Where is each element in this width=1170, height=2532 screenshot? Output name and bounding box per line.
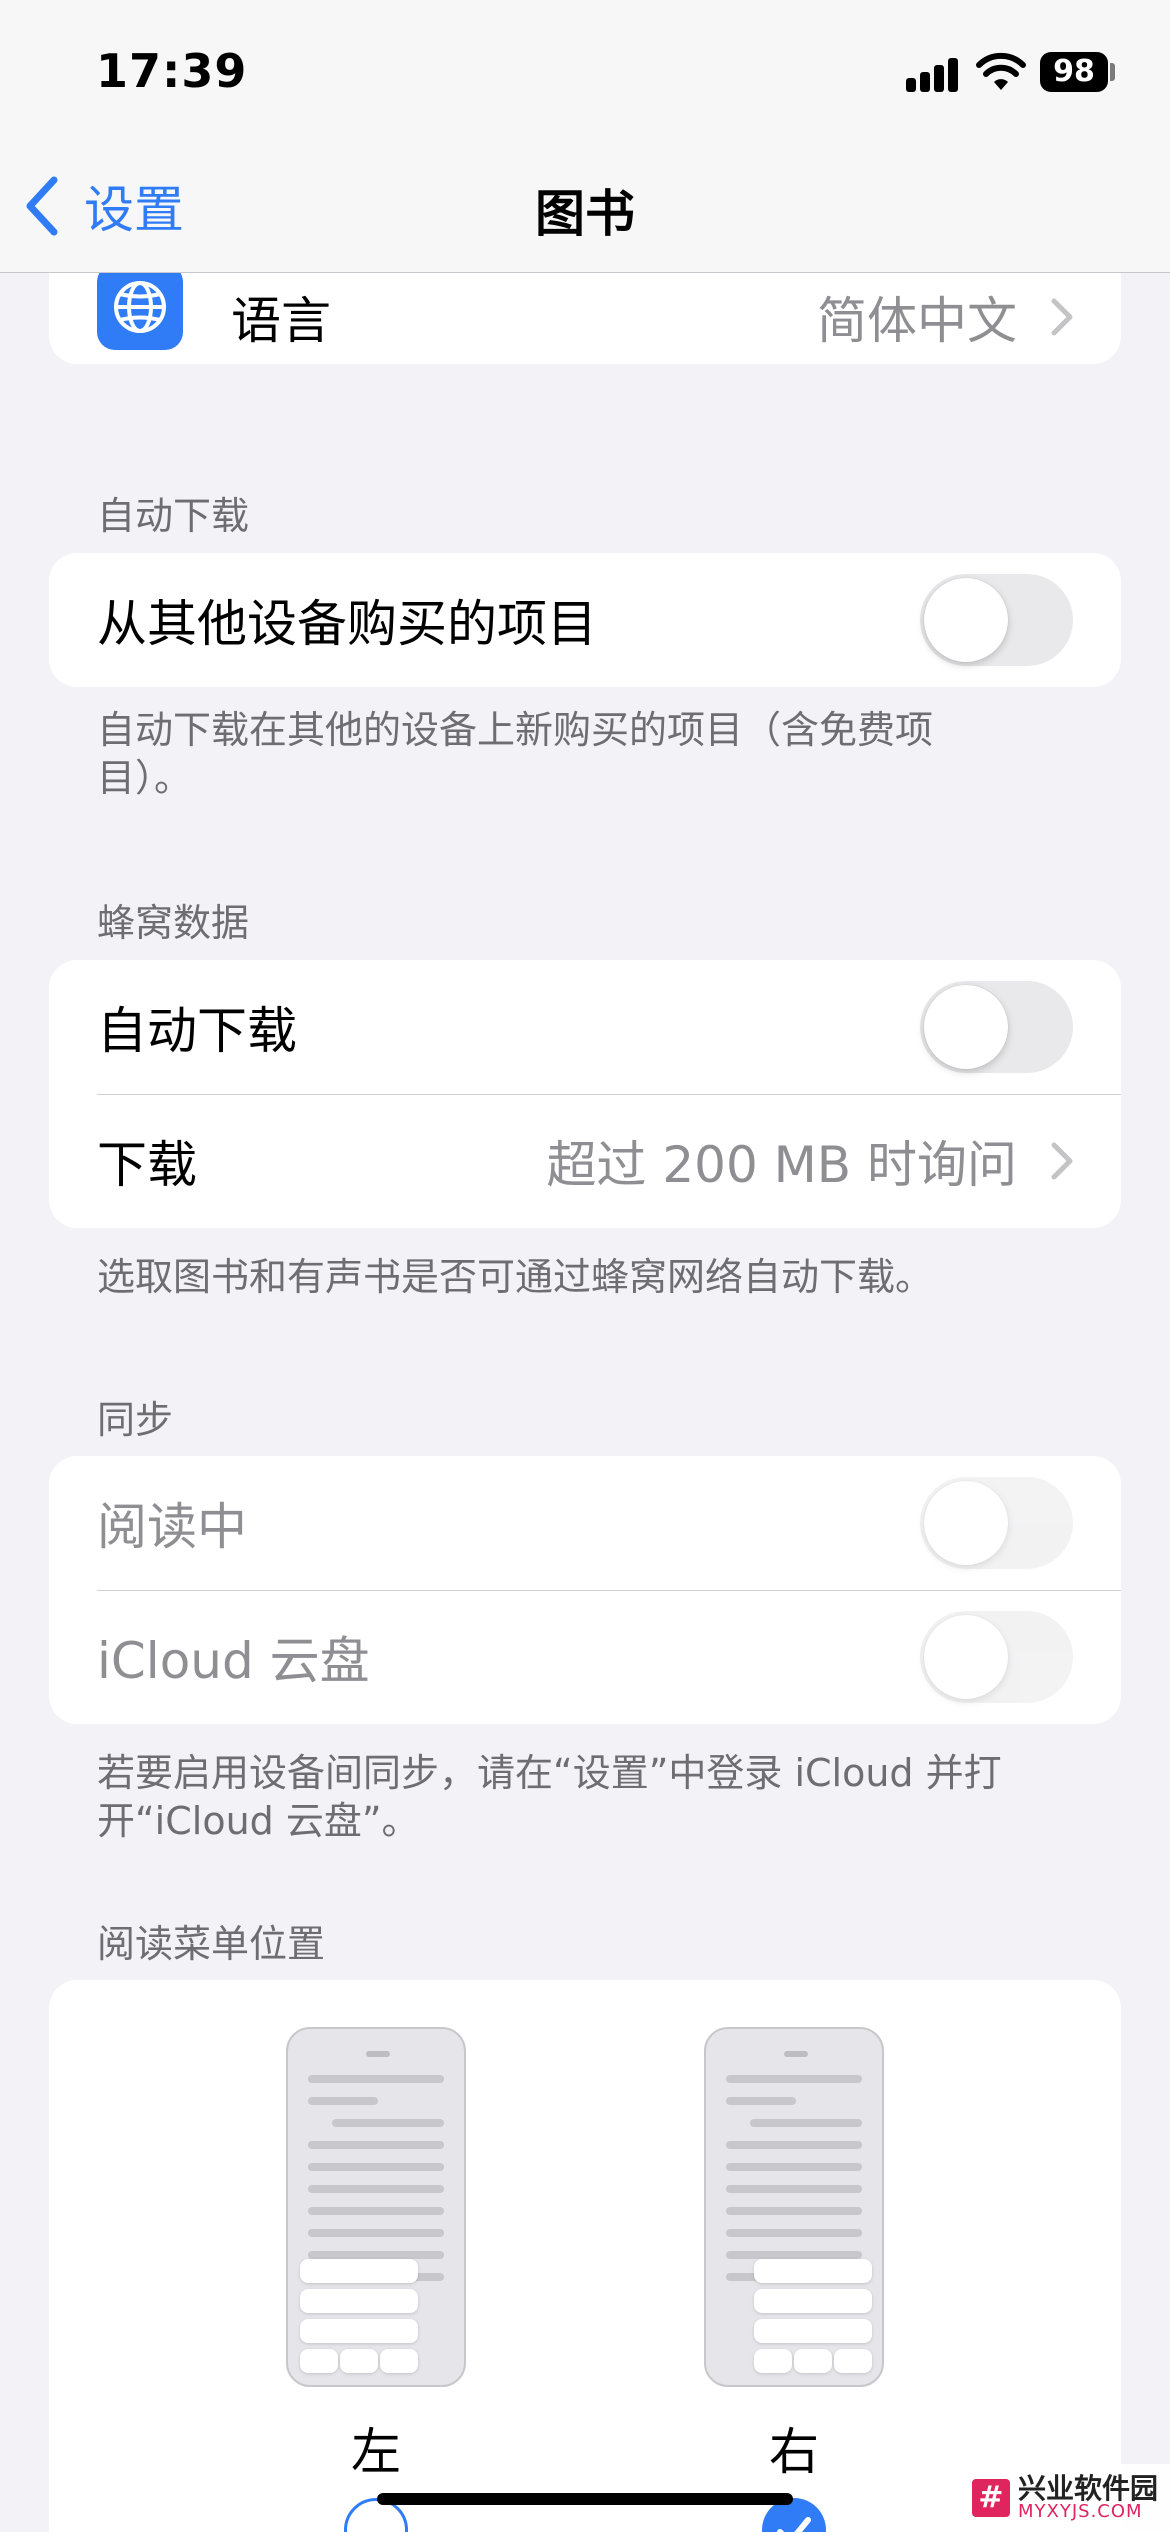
reading-menu-right-preview[interactable] [704, 2027, 884, 2387]
battery-indicator: 98 [1040, 52, 1108, 92]
purchases-other-devices-toggle[interactable] [920, 574, 1073, 666]
menu-button [834, 2349, 872, 2373]
menu-button [300, 2349, 338, 2373]
phone-notch [366, 2051, 390, 2057]
sync-footer: 若要启用设备间同步，请在“设置”中登录 iCloud 并打开“iCloud 云盘… [97, 1751, 1002, 1843]
menu-button [380, 2349, 418, 2373]
menu-button [794, 2349, 832, 2373]
phone-notch [784, 2051, 808, 2057]
left-option-label: 左 [351, 2423, 401, 2481]
language-value: 简体中文 [817, 292, 1017, 350]
purchases-other-devices-row: 从其他设备购买的项目 [49, 553, 1121, 687]
wifi-icon [976, 52, 1026, 90]
home-indicator[interactable] [377, 2493, 793, 2505]
menu-pill [300, 2289, 418, 2313]
icloud-drive-row: iCloud 云盘 [49, 1590, 1121, 1724]
reading-menu-header: 阅读菜单位置 [97, 1922, 326, 1966]
icloud-drive-label: iCloud 云盘 [97, 1632, 370, 1690]
reading-now-row: 阅读中 [49, 1456, 1121, 1590]
menu-button [340, 2349, 378, 2373]
watermark: # 兴业软件园 MYXYJS.COM [966, 2464, 1170, 2532]
menu-pill [300, 2259, 418, 2283]
cellular-auto-download-toggle[interactable] [920, 981, 1073, 1073]
menu-pill [754, 2289, 872, 2313]
page-title: 图书 [535, 185, 635, 243]
watermark-text: 兴业软件园 [1018, 2472, 1159, 2505]
auto-download-group: 从其他设备购买的项目 [49, 553, 1121, 687]
watermark-logo: # [972, 2479, 1010, 2517]
menu-pill [300, 2319, 418, 2343]
cellular-group: 自动下载 下载 超过 200 MB 时询问 [49, 960, 1121, 1228]
menu-pill [754, 2319, 872, 2343]
right-option-label: 右 [769, 2423, 819, 2481]
reading-now-label: 阅读中 [97, 1498, 247, 1556]
top-bar: 17:39 98 设置 图书 [0, 0, 1170, 273]
settings-books-screen: 语言 简体中文 自动下载 从其他设备购买的项目 自动下载在其他的设备上新购买的项… [0, 0, 1170, 2532]
icloud-drive-toggle[interactable] [920, 1611, 1073, 1703]
reading-now-toggle[interactable] [920, 1477, 1073, 1569]
purchases-other-devices-label: 从其他设备购买的项目 [97, 595, 597, 653]
watermark-url: MYXYJS.COM [1018, 2501, 1143, 2522]
globe-icon [97, 264, 183, 350]
status-time: 17:39 [96, 44, 248, 98]
sync-group: 阅读中 iCloud 云盘 [49, 1456, 1121, 1724]
download-row[interactable]: 下载 超过 200 MB 时询问 [49, 1094, 1121, 1228]
auto-download-header: 自动下载 [97, 494, 250, 538]
sync-header: 同步 [97, 1398, 174, 1442]
cellular-auto-download-label: 自动下载 [97, 1002, 297, 1060]
chevron-right-icon [1051, 298, 1073, 336]
cellular-auto-download-row: 自动下载 [49, 960, 1121, 1094]
reading-menu-group [49, 1980, 1121, 2532]
language-label: 语言 [231, 292, 331, 350]
menu-button [754, 2349, 792, 2373]
cellular-header: 蜂窝数据 [97, 901, 250, 945]
cellular-footer: 选取图书和有声书是否可通过蜂窝网络自动下载。 [97, 1255, 934, 1299]
menu-pill [754, 2259, 872, 2283]
battery-tip [1110, 63, 1115, 81]
download-value: 超过 200 MB 时询问 [546, 1136, 1017, 1194]
auto-download-footer: 自动下载在其他的设备上新购买的项目（含免费项目）。 [97, 708, 934, 800]
chevron-right-icon [1051, 1142, 1073, 1180]
reading-menu-left-preview[interactable] [286, 2027, 466, 2387]
download-label: 下载 [97, 1136, 197, 1194]
cellular-signal-icon [906, 56, 960, 92]
